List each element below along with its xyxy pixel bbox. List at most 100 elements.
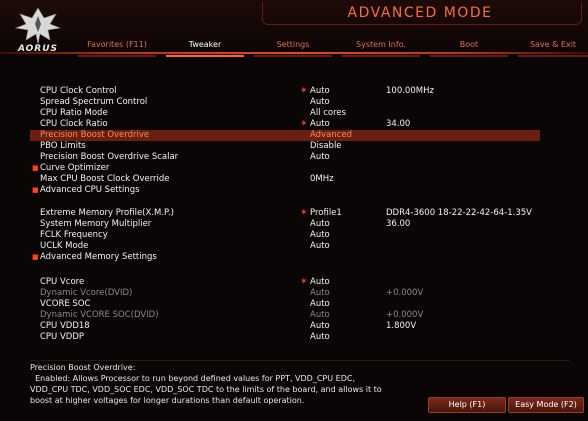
setting-label: FCLK Frequency	[40, 230, 108, 240]
setting-row[interactable]: ■ Curve Optimizer	[30, 163, 540, 174]
setting-current-value: 36.00	[386, 219, 411, 229]
setting-value: Auto	[310, 321, 330, 331]
tab-save-exit[interactable]: Save & Exit	[518, 40, 588, 57]
tab-system-info[interactable]: System Info.	[342, 40, 420, 57]
aorus-logo: AORUS	[10, 6, 66, 58]
submenu-bullet-icon: ■	[32, 164, 39, 172]
setting-value: 0MHz	[310, 174, 334, 184]
tab-label: Favorites (F11)	[87, 40, 147, 49]
setting-row[interactable]: ■ Advanced CPU Settings	[30, 185, 540, 196]
setting-value: Auto	[310, 219, 330, 229]
setting-row[interactable]: ■ Advanced Memory Settings	[30, 252, 540, 263]
tab-underline	[78, 55, 156, 57]
tab-underline	[430, 55, 508, 57]
setting-current-value: +0.000V	[386, 310, 424, 320]
setting-value: Auto	[310, 277, 330, 287]
setting-row[interactable]: Precision Boost Overdrive Scalar Auto	[30, 152, 540, 163]
setting-value: Auto	[310, 332, 330, 342]
tab-underline	[342, 55, 420, 57]
setting-value: Profile1	[310, 208, 342, 218]
setting-label: Advanced CPU Settings	[40, 185, 140, 195]
help-button[interactable]: Help (F1)	[428, 397, 506, 413]
setting-row[interactable]: PBO Limits Disable	[30, 141, 540, 152]
setting-value: Auto	[310, 310, 330, 320]
setting-value: Auto	[310, 299, 330, 309]
setting-current-value: 100.00MHz	[386, 86, 434, 96]
setting-row[interactable]: CPU VDD18 Auto 1.800V	[30, 321, 540, 332]
help-divider	[30, 360, 570, 361]
setting-label: PBO Limits	[40, 141, 86, 151]
setting-value: Advanced	[310, 130, 352, 140]
setting-row[interactable]: VCORE SOC Auto	[30, 299, 540, 310]
setting-label: UCLK Mode	[40, 241, 89, 251]
tab-label: System Info.	[356, 40, 406, 49]
setting-row[interactable]: UCLK Mode Auto	[30, 241, 540, 252]
setting-label: Curve Optimizer	[40, 163, 110, 173]
setting-label: Max CPU Boost Clock Override	[40, 174, 170, 184]
tab-tweaker[interactable]: Tweaker	[166, 40, 244, 57]
setting-label: CPU VDD18	[40, 321, 90, 331]
setting-row: Dynamic Vcore(DVID) Auto +0.000V	[30, 288, 540, 299]
setting-row[interactable]: FCLK Frequency Auto	[30, 230, 540, 241]
setting-row[interactable]: CPU Clock Ratio ✶ Auto 34.00	[30, 119, 540, 130]
tab-label: Tweaker	[188, 40, 222, 49]
tab-underline	[166, 55, 244, 57]
tab-label: Settings	[276, 40, 310, 49]
setting-row[interactable]: Extreme Memory Profile(X.M.P.) ✶ Profile1 D…	[30, 208, 540, 219]
modified-star-icon: ✶	[300, 119, 308, 129]
setting-label: CPU Vcore	[40, 277, 85, 287]
setting-value: Auto	[310, 119, 330, 129]
setting-label: CPU Ratio Mode	[40, 108, 108, 118]
setting-row[interactable]: CPU Vcore ✶ Auto	[30, 277, 540, 288]
modified-star-icon: ✶	[300, 208, 308, 218]
help-line: VDD_CPU TDC, VDD_SOC EDC, VDD_SOC TDC to…	[30, 385, 382, 394]
setting-label: Advanced Memory Settings	[40, 252, 157, 262]
tab-underline	[518, 55, 588, 57]
logo-text: AORUS	[17, 44, 59, 54]
tab-boot[interactable]: Boot	[430, 40, 508, 57]
setting-current-value: 1.800V	[386, 321, 417, 331]
setting-value: Auto	[310, 288, 330, 298]
modified-star-icon: ✶	[300, 86, 308, 96]
setting-value: Auto	[310, 241, 330, 251]
setting-row[interactable]: Precision Boost Overdrive Advanced	[30, 130, 540, 141]
tab-settings[interactable]: Settings	[254, 40, 332, 57]
mode-title: ADVANCED MODE	[347, 5, 493, 21]
help-line: boost at higher voltages for longer dura…	[30, 396, 305, 405]
setting-current-value: 34.00	[386, 119, 411, 129]
setting-row[interactable]: CPU VDDP Auto	[30, 332, 540, 343]
modified-star-icon: ✶	[300, 277, 308, 287]
tab-label: Boot	[459, 40, 479, 49]
help-line: Enabled: Allows Processor to run beyond …	[30, 374, 355, 383]
help-title: Precision Boost Overdrive:	[30, 363, 136, 372]
setting-label: System Memory Multiplier	[40, 219, 152, 229]
setting-row[interactable]: Spread Spectrum Control Auto	[30, 97, 540, 108]
setting-label: Spread Spectrum Control	[40, 97, 148, 107]
setting-label: CPU Clock Ratio	[40, 119, 108, 129]
setting-label: CPU Clock Control	[40, 86, 117, 96]
submenu-bullet-icon: ■	[32, 186, 39, 194]
setting-row[interactable]: System Memory Multiplier Auto 36.00	[30, 219, 540, 230]
setting-label: Dynamic VCORE SOC(DVID)	[40, 310, 159, 320]
setting-value: Auto	[310, 97, 330, 107]
setting-current-value: +0.000V	[386, 288, 424, 298]
setting-label: CPU VDDP	[40, 332, 85, 342]
tab-underline	[254, 55, 332, 57]
setting-row[interactable]: Max CPU Boost Clock Override 0MHz	[30, 174, 540, 185]
setting-value: Auto	[310, 230, 330, 240]
easy-mode-button[interactable]: Easy Mode (F2)	[508, 397, 584, 413]
setting-row[interactable]: CPU Ratio Mode All cores	[30, 108, 540, 119]
setting-value: Auto	[310, 152, 330, 162]
submenu-bullet-icon: ■	[32, 253, 39, 261]
setting-label: Dynamic Vcore(DVID)	[40, 288, 133, 298]
setting-value: Auto	[310, 86, 330, 96]
setting-row[interactable]: CPU Clock Control ✶ Auto 100.00MHz	[30, 86, 540, 97]
tab-favorites[interactable]: Favorites (F11)	[78, 40, 156, 57]
settings-list: CPU Clock Control ✶ Auto 100.00MHz Spread Sp…	[0, 60, 588, 365]
top-bar: AORUS ADVANCED MODE Favorites (F11) Twea…	[0, 0, 588, 60]
tab-label: Save & Exit	[529, 40, 577, 49]
setting-value: Disable	[310, 141, 342, 151]
setting-label: Precision Boost Overdrive	[40, 130, 150, 140]
setting-current-value: DDR4-3600 18-22-22-42-64-1.35V	[386, 208, 532, 218]
setting-row: Dynamic VCORE SOC(DVID) Auto +0.000V	[30, 310, 540, 321]
